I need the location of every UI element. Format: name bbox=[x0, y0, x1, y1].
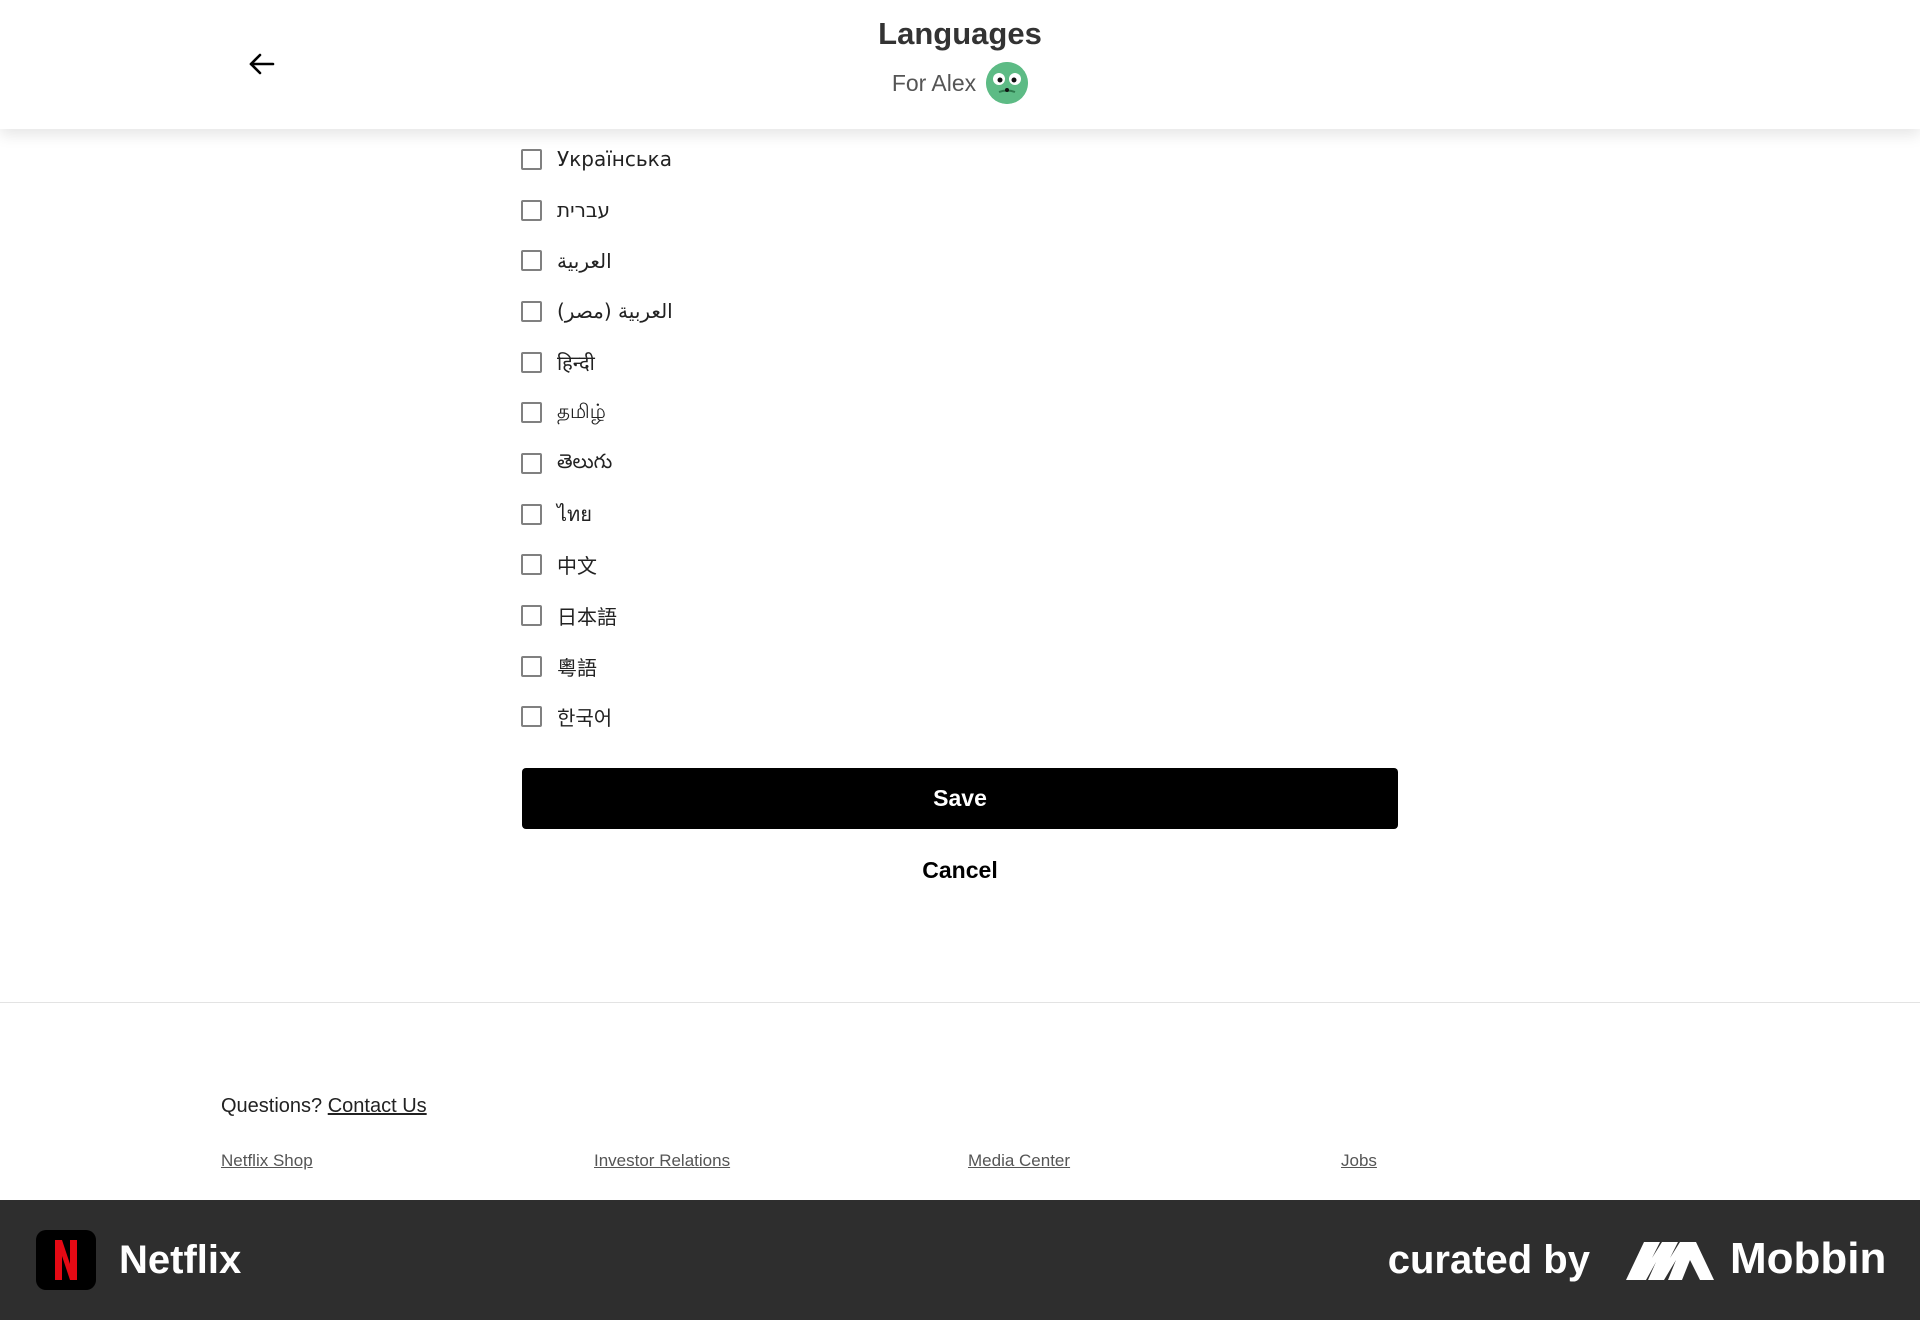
language-checkbox[interactable] bbox=[521, 402, 542, 424]
language-item[interactable]: العربية (مصر) bbox=[521, 286, 673, 337]
language-checkbox[interactable] bbox=[521, 605, 542, 627]
divider bbox=[0, 1002, 1920, 1003]
language-item[interactable]: Українська bbox=[521, 134, 673, 185]
language-label: தமிழ் bbox=[557, 399, 606, 424]
brand-bar: Netflix curated by Mobbin bbox=[0, 1200, 1920, 1320]
language-checkbox[interactable] bbox=[521, 148, 542, 170]
mobbin-logo-icon bbox=[1626, 1242, 1714, 1280]
language-item[interactable]: ไทย bbox=[521, 489, 673, 540]
language-item[interactable]: עברית bbox=[521, 185, 673, 236]
language-label: తెలుగు bbox=[557, 448, 613, 473]
save-button[interactable]: Save bbox=[522, 768, 1398, 829]
cancel-button[interactable]: Cancel bbox=[860, 852, 1060, 888]
language-list: Українська עברית العربية العربية (مصر) ह… bbox=[521, 134, 673, 742]
language-item[interactable]: 中文 bbox=[521, 540, 673, 591]
profile-name: For Alex bbox=[891, 69, 977, 96]
page-title: Languages bbox=[878, 16, 1042, 51]
language-item[interactable]: தமிழ் bbox=[521, 387, 673, 438]
profile-subtitle: For Alex bbox=[0, 62, 1920, 104]
language-checkbox[interactable] bbox=[521, 706, 542, 728]
netflix-logo-icon bbox=[36, 1230, 96, 1290]
page: Languages For Alex Українська עברית العر… bbox=[0, 0, 1920, 1320]
language-checkbox[interactable] bbox=[521, 503, 542, 525]
language-label: ไทย bbox=[557, 502, 592, 527]
language-item[interactable]: 粵語 bbox=[521, 641, 673, 692]
footer-link-jobs[interactable]: Jobs bbox=[1341, 1151, 1377, 1171]
language-item[interactable]: తెలుగు bbox=[521, 438, 673, 489]
language-item[interactable]: 한국어 bbox=[521, 692, 673, 743]
language-label: العربية (مصر) bbox=[557, 299, 673, 324]
language-checkbox[interactable] bbox=[521, 250, 542, 272]
language-label: हिन्दी bbox=[557, 350, 595, 375]
language-checkbox[interactable] bbox=[521, 300, 542, 322]
app-name: Netflix bbox=[119, 1238, 242, 1282]
language-checkbox[interactable] bbox=[521, 351, 542, 373]
mobbin-wordmark: Mobbin bbox=[1730, 1234, 1887, 1283]
language-checkbox[interactable] bbox=[521, 199, 542, 221]
language-label: עברית bbox=[557, 198, 610, 223]
language-checkbox[interactable] bbox=[521, 554, 542, 576]
language-label: 日本語 bbox=[557, 605, 617, 630]
footer-link-netflix-shop[interactable]: Netflix Shop bbox=[221, 1151, 313, 1171]
language-checkbox[interactable] bbox=[521, 452, 542, 474]
language-label: 中文 bbox=[557, 554, 597, 579]
footer-link-investor-relations[interactable]: Investor Relations bbox=[594, 1151, 730, 1171]
header: Languages For Alex bbox=[0, 0, 1920, 129]
language-label: Українська bbox=[557, 147, 672, 172]
curated-by-text: curated by bbox=[1387, 1238, 1590, 1282]
questions-text: Questions? bbox=[221, 1095, 323, 1117]
language-label: 粵語 bbox=[557, 655, 597, 680]
language-item[interactable]: 日本語 bbox=[521, 590, 673, 641]
language-checkbox[interactable] bbox=[521, 655, 542, 677]
avatar bbox=[986, 62, 1029, 104]
contact-us-link[interactable]: Contact Us bbox=[328, 1095, 427, 1117]
language-item[interactable]: العربية bbox=[521, 235, 673, 286]
footer-questions: Questions? Contact Us bbox=[221, 1095, 427, 1118]
footer-link-media-center[interactable]: Media Center bbox=[968, 1151, 1070, 1171]
language-item[interactable]: हिन्दी bbox=[521, 337, 673, 388]
language-label: 한국어 bbox=[557, 706, 613, 731]
language-label: العربية bbox=[557, 248, 612, 273]
